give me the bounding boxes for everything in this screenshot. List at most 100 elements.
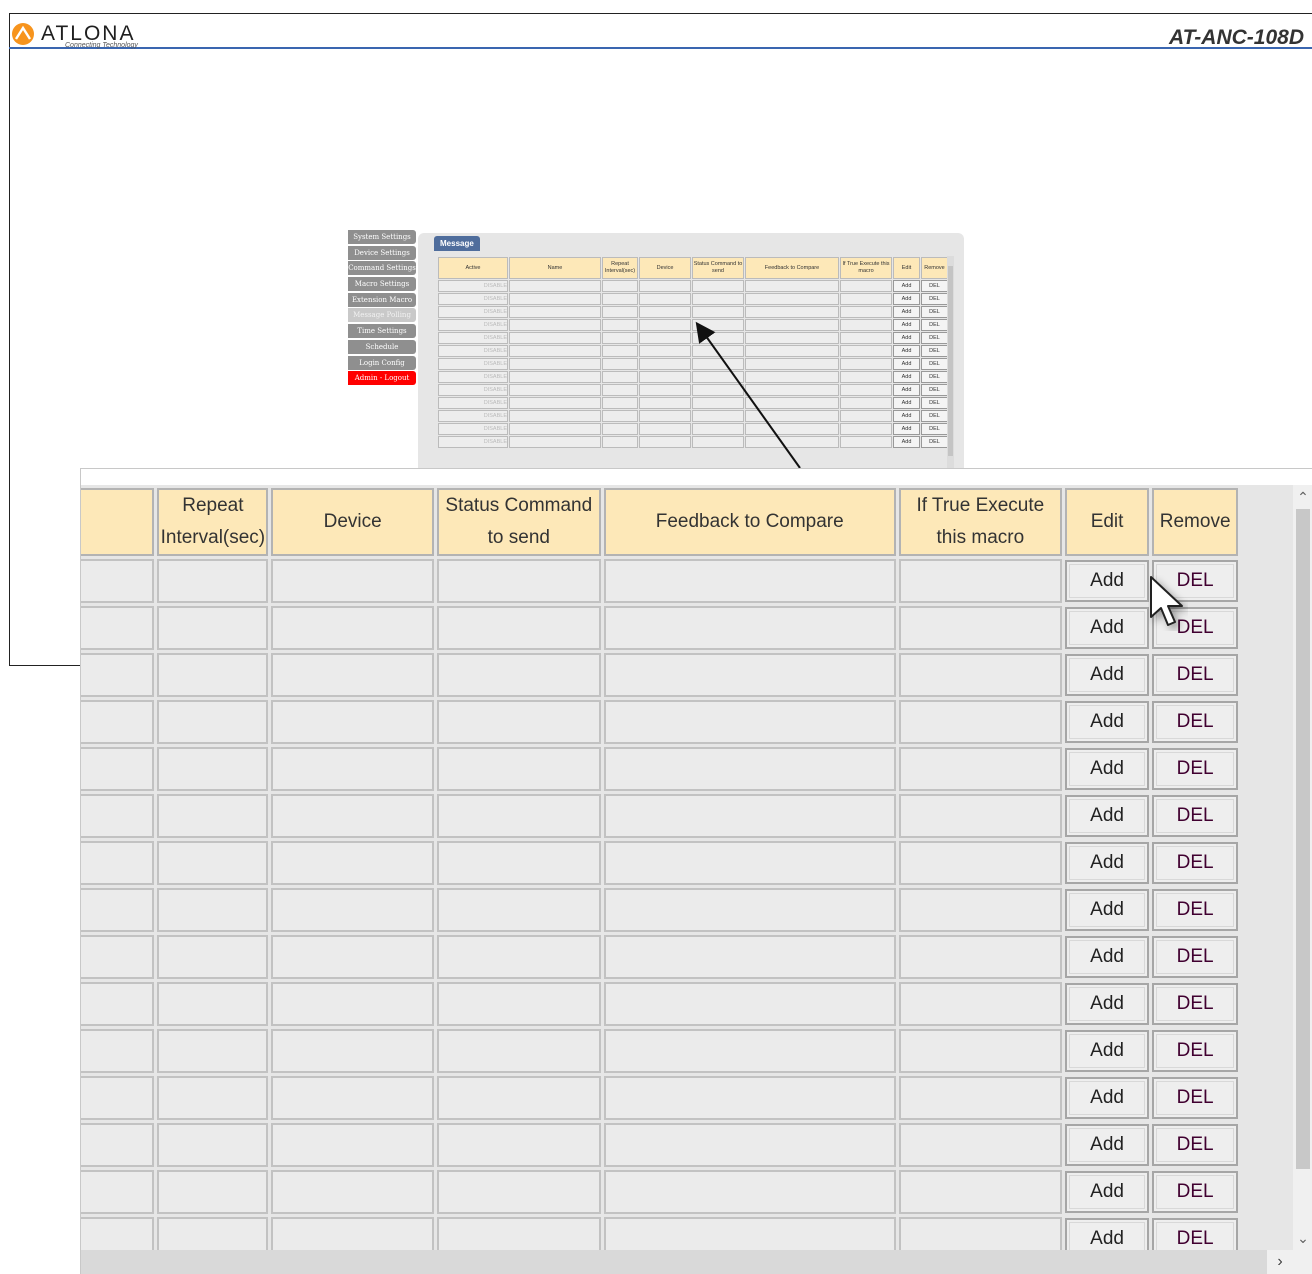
table-cell[interactable]: [603, 1123, 896, 1167]
del-button[interactable]: DEL: [1152, 1171, 1238, 1213]
table-cell[interactable]: [603, 606, 896, 650]
horizontal-scrollbar[interactable]: ›: [81, 1250, 1293, 1274]
table-cell[interactable]: [271, 794, 434, 838]
mini-add-button[interactable]: Add: [893, 280, 920, 292]
add-button[interactable]: Add: [1064, 983, 1150, 1025]
mini-add-button[interactable]: Add: [893, 384, 920, 396]
mini-add-button[interactable]: Add: [893, 436, 920, 448]
mini-active-toggle[interactable]: DISABLE: [438, 423, 508, 435]
table-cell[interactable]: [437, 700, 601, 744]
add-button[interactable]: Add: [1064, 560, 1150, 602]
table-cell[interactable]: [437, 1029, 601, 1073]
table-cell[interactable]: [437, 1123, 601, 1167]
mini-add-button[interactable]: Add: [893, 423, 920, 435]
table-cell[interactable]: [81, 935, 155, 979]
mini-sidebar-item[interactable]: Device Settings: [348, 245, 416, 260]
table-cell[interactable]: [898, 747, 1062, 791]
table-cell[interactable]: [437, 559, 601, 603]
del-button[interactable]: DEL: [1152, 748, 1238, 790]
table-cell[interactable]: [81, 982, 155, 1026]
mini-add-button[interactable]: Add: [893, 306, 920, 318]
table-cell[interactable]: [437, 794, 601, 838]
table-cell[interactable]: [157, 700, 269, 744]
add-button[interactable]: Add: [1064, 889, 1150, 931]
mini-sidebar-item[interactable]: Extension Macro: [348, 292, 416, 307]
table-cell[interactable]: [157, 606, 269, 650]
table-cell[interactable]: [81, 559, 155, 603]
table-cell[interactable]: [157, 1076, 269, 1120]
mini-add-button[interactable]: Add: [893, 397, 920, 409]
mini-add-button[interactable]: Add: [893, 345, 920, 357]
table-cell[interactable]: [898, 935, 1062, 979]
scroll-right-arrow-icon[interactable]: ›: [1267, 1250, 1293, 1274]
table-cell[interactable]: [81, 653, 155, 697]
table-cell[interactable]: [603, 794, 896, 838]
mini-del-button[interactable]: DEL: [921, 345, 948, 357]
table-cell[interactable]: [898, 982, 1062, 1026]
mini-del-button[interactable]: DEL: [921, 384, 948, 396]
table-cell[interactable]: [81, 841, 155, 885]
mini-scrollbar[interactable]: [947, 256, 954, 470]
del-button[interactable]: DEL: [1152, 1030, 1238, 1072]
table-cell[interactable]: [271, 1076, 434, 1120]
table-cell[interactable]: [898, 1076, 1062, 1120]
table-cell[interactable]: [157, 747, 269, 791]
table-cell[interactable]: [157, 982, 269, 1026]
table-cell[interactable]: [271, 888, 434, 932]
table-cell[interactable]: [271, 653, 434, 697]
mini-del-button[interactable]: DEL: [921, 358, 948, 370]
mini-active-toggle[interactable]: DISABLE: [438, 306, 508, 318]
table-cell[interactable]: [271, 559, 434, 603]
table-cell[interactable]: [81, 1123, 155, 1167]
mini-active-toggle[interactable]: DISABLE: [438, 319, 508, 331]
table-cell[interactable]: [603, 1029, 896, 1073]
vertical-scrollbar[interactable]: ⌃ ⌄: [1293, 485, 1312, 1250]
mini-sidebar-item[interactable]: Message Polling: [348, 308, 416, 323]
table-cell[interactable]: [157, 1029, 269, 1073]
mini-del-button[interactable]: DEL: [921, 293, 948, 305]
mini-sidebar-item[interactable]: Command Settings: [348, 261, 416, 276]
table-cell[interactable]: [81, 1029, 155, 1073]
mini-del-button[interactable]: DEL: [921, 397, 948, 409]
mini-add-button[interactable]: Add: [893, 293, 920, 305]
mini-del-button[interactable]: DEL: [921, 319, 948, 331]
table-cell[interactable]: [898, 841, 1062, 885]
table-cell[interactable]: [81, 606, 155, 650]
table-cell[interactable]: [898, 653, 1062, 697]
mini-sidebar-item[interactable]: Admin - Logout: [348, 371, 416, 386]
mini-sidebar-item[interactable]: Time Settings: [348, 324, 416, 339]
table-cell[interactable]: [437, 888, 601, 932]
mini-del-button[interactable]: DEL: [921, 436, 948, 448]
del-button[interactable]: DEL: [1152, 842, 1238, 884]
table-cell[interactable]: [437, 747, 601, 791]
table-cell[interactable]: [898, 606, 1062, 650]
table-cell[interactable]: [271, 1029, 434, 1073]
table-cell[interactable]: [81, 1076, 155, 1120]
table-cell[interactable]: [437, 606, 601, 650]
del-button[interactable]: DEL: [1152, 1077, 1238, 1119]
table-cell[interactable]: [271, 982, 434, 1026]
table-cell[interactable]: [603, 982, 896, 1026]
table-cell[interactable]: [157, 653, 269, 697]
mini-active-toggle[interactable]: DISABLE: [438, 371, 508, 383]
table-cell[interactable]: [157, 935, 269, 979]
table-cell[interactable]: [603, 559, 896, 603]
table-cell[interactable]: [603, 653, 896, 697]
table-cell[interactable]: [603, 1170, 896, 1214]
table-cell[interactable]: [437, 1170, 601, 1214]
table-cell[interactable]: [157, 1123, 269, 1167]
mini-del-button[interactable]: DEL: [921, 332, 948, 344]
mini-active-toggle[interactable]: DISABLE: [438, 384, 508, 396]
del-button[interactable]: DEL: [1152, 983, 1238, 1025]
mini-del-button[interactable]: DEL: [921, 280, 948, 292]
table-cell[interactable]: [157, 1170, 269, 1214]
mini-sidebar-item[interactable]: Login Config: [348, 355, 416, 370]
del-button[interactable]: DEL: [1152, 1124, 1238, 1166]
table-cell[interactable]: [271, 935, 434, 979]
table-cell[interactable]: [271, 700, 434, 744]
mini-tab-message[interactable]: Message: [434, 236, 480, 251]
table-cell[interactable]: [81, 747, 155, 791]
add-button[interactable]: Add: [1064, 936, 1150, 978]
mini-add-button[interactable]: Add: [893, 319, 920, 331]
table-cell[interactable]: [603, 1076, 896, 1120]
